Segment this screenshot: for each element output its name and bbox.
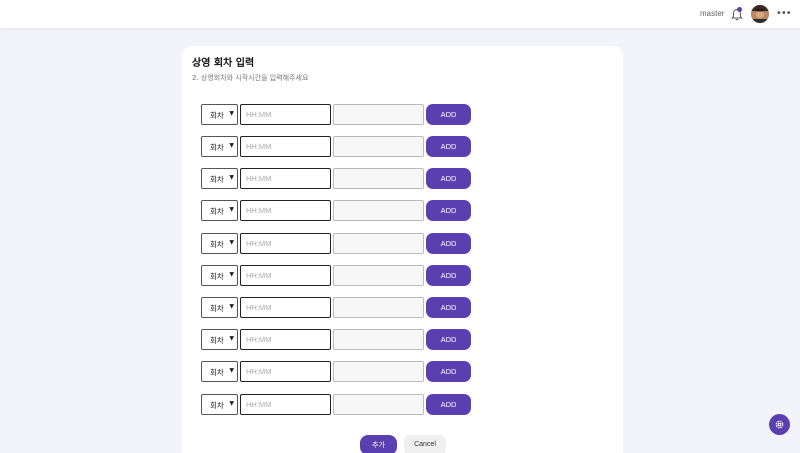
start-time-input[interactable] xyxy=(240,265,331,286)
session-row: 회차 ▼ ADD xyxy=(201,200,476,221)
session-row: 회차 ▼ ADD xyxy=(201,168,476,189)
start-time-input[interactable] xyxy=(240,297,331,318)
session-row: 회차 ▼ ADD xyxy=(201,297,476,318)
page-title: 상영 회차 입력 xyxy=(192,58,255,69)
end-time-field xyxy=(333,394,424,415)
add-button[interactable]: ADD xyxy=(426,136,471,157)
end-time-field xyxy=(333,329,424,350)
chevron-down-icon: ▼ xyxy=(229,303,234,310)
add-button[interactable]: ADD xyxy=(426,168,471,189)
add-button[interactable]: ADD xyxy=(426,361,471,382)
session-select[interactable]: 회차 ▼ xyxy=(201,136,238,157)
cancel-button[interactable]: Cancel xyxy=(404,435,446,453)
add-button[interactable]: ADD xyxy=(426,104,471,125)
session-select[interactable]: 회차 ▼ xyxy=(201,265,238,286)
session-row: 회차 ▼ ADD xyxy=(201,394,476,415)
session-select[interactable]: 회차 ▼ xyxy=(201,297,238,318)
start-time-input[interactable] xyxy=(240,233,331,254)
session-select[interactable]: 회차 ▼ xyxy=(201,233,238,254)
chevron-down-icon: ▼ xyxy=(229,206,234,213)
chevron-down-icon: ▼ xyxy=(229,174,234,181)
username-label[interactable]: master xyxy=(700,9,724,18)
top-bar: master ••• xyxy=(0,0,800,28)
add-button[interactable]: ADD xyxy=(426,200,471,221)
chevron-down-icon: ▼ xyxy=(229,110,234,117)
session-select[interactable]: 회차 ▼ xyxy=(201,168,238,189)
add-button[interactable]: ADD xyxy=(426,233,471,254)
chevron-down-icon: ▼ xyxy=(229,400,234,407)
end-time-field xyxy=(333,233,424,254)
chevron-down-icon: ▼ xyxy=(229,271,234,278)
session-select-value: 회차 xyxy=(210,207,224,216)
end-time-field xyxy=(333,136,424,157)
session-select[interactable]: 회차 ▼ xyxy=(201,361,238,382)
chevron-down-icon: ▼ xyxy=(229,142,234,149)
session-select-value: 회차 xyxy=(210,368,224,377)
add-button[interactable]: ADD xyxy=(426,265,471,286)
session-select-value: 회차 xyxy=(210,175,224,184)
end-time-field xyxy=(333,168,424,189)
start-time-input[interactable] xyxy=(240,168,331,189)
session-select[interactable]: 회차 ▼ xyxy=(201,104,238,125)
add-button[interactable]: ADD xyxy=(426,394,471,415)
session-select-value: 회차 xyxy=(210,401,224,410)
session-select-value: 회차 xyxy=(210,240,224,249)
session-row: 회차 ▼ ADD xyxy=(201,233,476,254)
start-time-input[interactable] xyxy=(240,329,331,350)
settings-fab-button[interactable] xyxy=(769,414,790,435)
more-dots-icon[interactable]: ••• xyxy=(776,8,792,19)
session-select-value: 회차 xyxy=(210,272,224,281)
end-time-field xyxy=(333,104,424,125)
session-row: 회차 ▼ ADD xyxy=(201,265,476,286)
start-time-input[interactable] xyxy=(240,136,331,157)
screening-form-card: 상영 회차 입력 2. 상영회차와 시작시간을 입력해주세요 회차 ▼ ADD 회… xyxy=(182,46,623,453)
end-time-field xyxy=(333,200,424,221)
session-row: 회차 ▼ ADD xyxy=(201,104,476,125)
user-avatar[interactable] xyxy=(751,5,769,23)
start-time-input[interactable] xyxy=(240,361,331,382)
session-select-value: 회차 xyxy=(210,304,224,313)
session-select[interactable]: 회차 ▼ xyxy=(201,394,238,415)
notification-dot xyxy=(737,7,742,12)
session-row: 회차 ▼ ADD xyxy=(201,329,476,350)
add-button[interactable]: ADD xyxy=(426,329,471,350)
chevron-down-icon: ▼ xyxy=(229,335,234,342)
start-time-input[interactable] xyxy=(240,104,331,125)
end-time-field xyxy=(333,361,424,382)
chevron-down-icon: ▼ xyxy=(229,239,234,246)
session-select[interactable]: 회차 ▼ xyxy=(201,329,238,350)
end-time-field xyxy=(333,265,424,286)
add-button[interactable]: ADD xyxy=(426,297,471,318)
form-instruction: 2. 상영회차와 시작시간을 입력해주세요 xyxy=(192,74,309,82)
chevron-down-icon: ▼ xyxy=(229,367,234,374)
session-select[interactable]: 회차 ▼ xyxy=(201,200,238,221)
session-row: 회차 ▼ ADD xyxy=(201,361,476,382)
session-row: 회차 ▼ ADD xyxy=(201,136,476,157)
session-select-value: 회차 xyxy=(210,336,224,345)
start-time-input[interactable] xyxy=(240,200,331,221)
start-time-input[interactable] xyxy=(240,394,331,415)
session-select-value: 회차 xyxy=(210,111,224,120)
end-time-field xyxy=(333,297,424,318)
settings-gear-icon xyxy=(775,420,784,429)
session-select-value: 회차 xyxy=(210,143,224,152)
submit-button[interactable]: 추가 xyxy=(360,435,397,453)
